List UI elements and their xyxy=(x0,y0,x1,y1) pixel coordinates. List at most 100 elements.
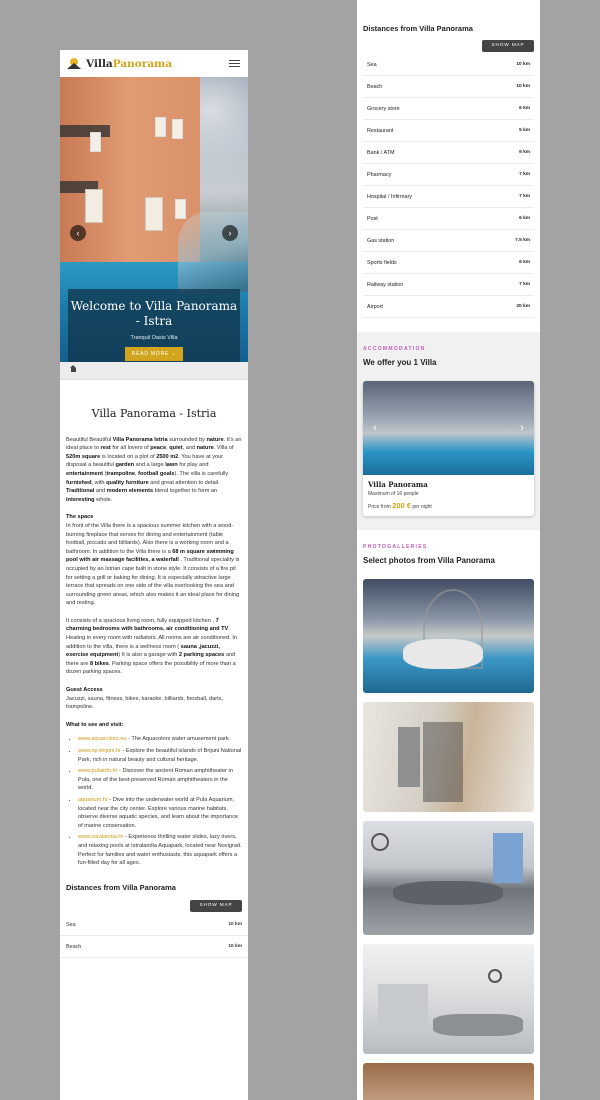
show-map-button[interactable]: SHOW MAP xyxy=(482,40,534,52)
brand-name-part1: Villa xyxy=(86,57,113,70)
distance-place: Beach xyxy=(66,943,82,950)
distance-value: 10 km xyxy=(516,84,530,89)
brand-logo[interactable]: Villa Panorama xyxy=(66,57,172,71)
distance-place: Hospital / Infirmary xyxy=(367,193,412,200)
card-prev-button[interactable]: ‹ xyxy=(367,420,383,436)
distance-value: 6 km xyxy=(519,106,530,111)
distance-row: Airport 20 km xyxy=(363,296,534,318)
distances-section: Distances from Villa Panorama SHOW MAP S… xyxy=(357,24,540,332)
villa-name[interactable]: Villa Panorama xyxy=(368,480,529,489)
hero-caption: Welcome to Villa Panorama - Istra Tranqu… xyxy=(68,289,240,362)
distance-row: Bank / ATM 6 km xyxy=(363,142,534,164)
villa-card[interactable]: ‹ › Villa Panorama Maximum of 16 people … xyxy=(363,381,534,516)
gallery-photo[interactable] xyxy=(363,944,534,1054)
distance-value: 6 km xyxy=(519,216,530,221)
distance-row: Sports fields 6 km xyxy=(363,252,534,274)
visit-item: www.pulainfo.hr - Discover the ancient R… xyxy=(78,767,242,793)
distance-value: 7 km xyxy=(519,172,530,177)
distance-row: Beach 10 km xyxy=(363,76,534,98)
distance-value: 5 km xyxy=(519,128,530,133)
distance-place: Airport xyxy=(367,303,383,310)
distance-row: Grocery store 6 km xyxy=(363,98,534,120)
distance-row: Restaurant 5 km xyxy=(363,120,534,142)
distance-row: Sea 10 km xyxy=(60,914,248,937)
gallery-photo[interactable] xyxy=(363,702,534,812)
distance-value: 6 km xyxy=(519,260,530,265)
home-icon[interactable] xyxy=(70,364,77,374)
photo-gallery-section: PHOTOGALLERIES Select photos from Villa … xyxy=(357,530,540,1100)
distance-value: 10 km xyxy=(228,943,242,949)
right-screen: Distances from Villa Panorama SHOW MAP S… xyxy=(357,0,540,1100)
distance-value: 10 km xyxy=(228,921,242,927)
read-more-button[interactable]: READ MORE ⌄ xyxy=(124,347,184,361)
distance-value: 7 km xyxy=(519,282,530,287)
villa-card-image: ‹ › xyxy=(363,381,534,475)
distance-place: Sports fields xyxy=(367,259,397,266)
distance-place: Grocery store xyxy=(367,105,400,112)
distance-row: Pharmacy 7 km xyxy=(363,164,534,186)
page-title: Villa Panorama - Istria xyxy=(91,407,217,420)
distance-place: Beach xyxy=(367,83,383,90)
distance-value: 7 km xyxy=(519,194,530,199)
visit-item: aquarium.hr - Dive into the underwater w… xyxy=(78,796,242,830)
distance-place: Post xyxy=(367,215,378,222)
visit-link[interactable]: www.istralandia.hr xyxy=(78,834,123,840)
visit-link[interactable]: aquarium.hr xyxy=(78,797,108,803)
intro-paragraph: Beautiful Beautiful Villa Panorama Istri… xyxy=(66,436,242,503)
space-paragraph-2: It consists of a spacious living room, f… xyxy=(66,617,237,676)
price-prefix: Price from xyxy=(368,504,391,510)
distance-row: Hospital / Infirmary 7 km xyxy=(363,186,534,208)
gallery-photo[interactable] xyxy=(363,821,534,935)
main-content: Villa Panorama - Istria Beautiful Beauti… xyxy=(60,380,248,959)
distances-table: Sea 10 km Beach 10 km xyxy=(60,914,248,959)
space-heading: The space xyxy=(66,514,94,521)
distance-row: Railway station 7 km xyxy=(363,274,534,296)
distance-place: Pharmacy xyxy=(367,171,392,178)
card-next-button[interactable]: › xyxy=(514,420,530,436)
guest-access-heading: Guest Access xyxy=(66,687,103,694)
distance-place: Bank / ATM xyxy=(367,149,395,156)
visit-item: www.aquacolors.eu - The Aquacolors water… xyxy=(78,735,242,744)
accommodation-heading: We offer you 1 Villa xyxy=(363,358,437,367)
left-screen: Villa Panorama ‹ › Welcome to Villa Panor… xyxy=(60,50,248,1100)
distance-value: 10 km xyxy=(516,62,530,67)
visit-list: www.aquacolors.eu - The Aquacolors water… xyxy=(78,735,242,867)
distance-place: Sea xyxy=(367,61,377,68)
slider-next-button[interactable]: › xyxy=(222,225,238,241)
guest-access-text: Jacuzzi, sauna, fitness, bikes, karaoke,… xyxy=(66,695,224,711)
distances-title: Distances from Villa Panorama xyxy=(363,24,473,33)
villa-capacity: Maximum of 16 people xyxy=(368,491,419,497)
accommodation-section: ACCOMMODATION We offer you 1 Villa ‹ › V… xyxy=(357,332,540,530)
photogalleries-kicker: PHOTOGALLERIES xyxy=(363,544,428,550)
distance-row: Beach 10 km xyxy=(60,936,248,959)
gallery-photo[interactable] xyxy=(363,1063,534,1100)
distances-title: Distances from Villa Panorama xyxy=(66,882,176,892)
gallery-photo[interactable] xyxy=(363,579,534,693)
slider-prev-button[interactable]: ‹ xyxy=(70,225,86,241)
distance-value: 7.5 km xyxy=(515,238,530,243)
distance-place: Sea xyxy=(66,921,76,928)
villa-price: Price from 200 € per night xyxy=(368,501,529,510)
show-map-button[interactable]: SHOW MAP xyxy=(190,900,242,913)
villa-logo-icon xyxy=(66,57,82,71)
distance-row: Gas station 7.5 km xyxy=(363,230,534,252)
distance-place: Gas station xyxy=(367,237,395,244)
distances-table: Sea 10 km Beach 10 km Grocery store 6 km Resta… xyxy=(363,54,534,318)
distance-row: Post 6 km xyxy=(363,208,534,230)
breadcrumb xyxy=(60,362,248,380)
visit-link[interactable]: www.pulainfo.hr xyxy=(78,768,118,774)
brand-name-part2: Panorama xyxy=(112,57,173,70)
visit-link[interactable]: www.np-brijuni.hr xyxy=(78,748,121,754)
visit-link[interactable]: www.aquacolors.eu xyxy=(78,736,127,742)
distance-place: Restaurant xyxy=(367,127,394,134)
price-value: 200 € xyxy=(392,501,411,510)
menu-icon[interactable] xyxy=(229,59,240,68)
distance-value: 6 km xyxy=(519,150,530,155)
distance-row: Sea 10 km xyxy=(363,54,534,76)
hero-subtitle: Tranquil Oasis Villa xyxy=(130,335,178,341)
distance-value: 20 km xyxy=(516,304,530,309)
space-paragraph: In front of the Villa there is a spaciou… xyxy=(66,522,240,607)
price-suffix: per night xyxy=(412,504,432,510)
page: Villa Panorama ‹ › Welcome to Villa Panor… xyxy=(0,0,600,1100)
hero-title: Welcome to Villa Panorama - Istra xyxy=(70,299,238,328)
